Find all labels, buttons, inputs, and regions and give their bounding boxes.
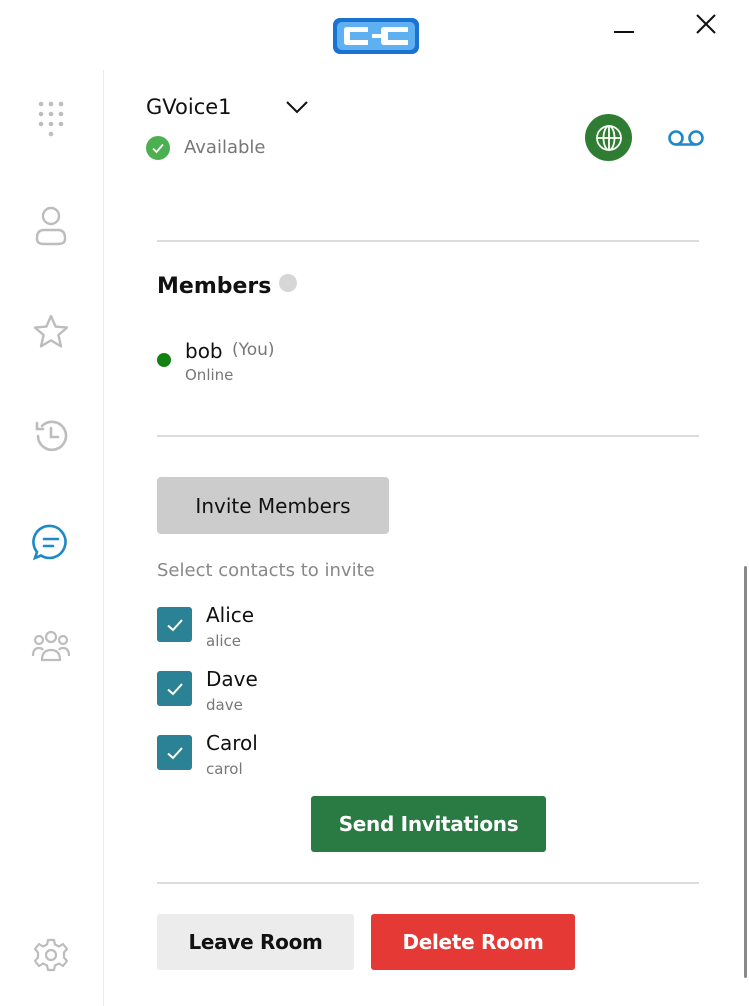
- scrollbar[interactable]: [744, 566, 747, 978]
- status-check-icon: [146, 136, 170, 160]
- contact-username: dave: [206, 696, 243, 714]
- presence-status[interactable]: Available: [184, 137, 265, 158]
- contact-checkbox-carol[interactable]: [157, 735, 192, 770]
- send-invitations-button[interactable]: Send Invitations: [311, 796, 546, 852]
- select-contacts-label: Select contacts to invite: [157, 560, 375, 581]
- contact-name: Carol: [206, 731, 258, 755]
- member-status: Online: [185, 366, 234, 384]
- globe-icon[interactable]: [585, 114, 632, 161]
- chat-icon[interactable]: [31, 522, 71, 562]
- gear-icon[interactable]: [31, 935, 71, 975]
- person-icon[interactable]: [31, 206, 71, 246]
- members-title: Members: [157, 274, 272, 299]
- divider: [157, 240, 699, 242]
- contact-username: alice: [206, 632, 242, 650]
- contact-name: Alice: [206, 603, 255, 627]
- contact-checkbox-alice[interactable]: [157, 607, 192, 642]
- member-name: bob: [185, 339, 223, 363]
- contact-checkbox-dave[interactable]: [157, 671, 192, 706]
- member-you-tag: (You): [232, 340, 275, 360]
- dialpad-icon[interactable]: [31, 100, 71, 140]
- close-icon[interactable]: [686, 4, 726, 44]
- delete-room-button[interactable]: Delete Room: [371, 914, 575, 970]
- members-badge: [279, 274, 297, 292]
- divider: [157, 882, 699, 884]
- history-icon[interactable]: [31, 416, 71, 456]
- invite-members-button[interactable]: Invite Members: [157, 477, 389, 534]
- divider: [157, 435, 699, 437]
- contact-name: Dave: [206, 667, 258, 691]
- minimize-icon[interactable]: [604, 4, 644, 44]
- star-icon[interactable]: [31, 312, 71, 352]
- account-name[interactable]: GVoice1: [146, 95, 232, 119]
- chevron-down-icon[interactable]: [284, 94, 310, 120]
- leave-room-button[interactable]: Leave Room: [157, 914, 354, 970]
- voicemail-icon[interactable]: [666, 124, 706, 152]
- contact-username: carol: [206, 760, 243, 778]
- group-icon[interactable]: [31, 626, 71, 666]
- online-status-dot: [157, 353, 171, 367]
- brand-logo: [332, 16, 420, 56]
